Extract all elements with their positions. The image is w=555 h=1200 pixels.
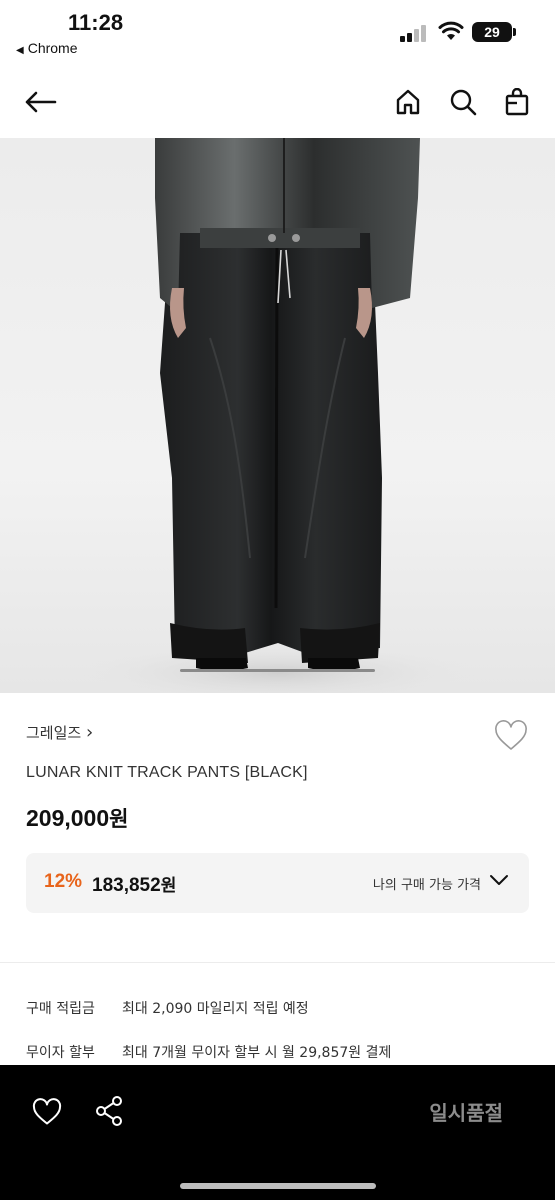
info-value: 최대 7개월 무이자 할부 시 월 29,857원 결제 (122, 1045, 392, 1061)
chevron-right-icon: › (85, 722, 94, 743)
chevron-down-icon (490, 875, 508, 885)
product-name: LUNAR KNIT TRACK PANTS [BLACK] (26, 764, 308, 781)
discount-price: 183,852원 (92, 871, 176, 897)
my-price-label: 나의 구매 가능 가격 (372, 878, 481, 893)
info-row-installment: 무이자 할부 최대 7개월 무이자 할부 시 월 29,857원 결제 (26, 1042, 391, 1062)
search-icon[interactable] (445, 84, 481, 120)
back-triangle-icon: ◀ (16, 45, 24, 56)
discount-price-value: 183,852 (92, 875, 161, 896)
status-bar: 11:28 ◀ Chrome 29 (0, 0, 555, 70)
wifi-icon (438, 21, 464, 40)
shopping-bag-icon[interactable] (499, 84, 535, 120)
battery-tip (513, 28, 516, 36)
info-label: 구매 적립금 (26, 1001, 95, 1017)
info-label: 무이자 할부 (26, 1045, 95, 1061)
cellular-signal-icon (400, 24, 428, 42)
product-photo-pants (78, 138, 478, 693)
product-image[interactable] (0, 138, 555, 693)
section-divider (0, 962, 555, 963)
back-to-chrome-link[interactable]: ◀ Chrome (16, 40, 78, 56)
product-price: 209,000원 (26, 803, 128, 833)
info-row-mileage: 구매 적립금 최대 2,090 마일리지 적립 예정 (26, 998, 309, 1018)
discount-rate: 12% (44, 871, 83, 892)
home-indicator (180, 1183, 376, 1189)
brand-name: 그레일즈 (26, 724, 82, 742)
like-heart-icon[interactable] (32, 1098, 62, 1126)
top-nav (0, 70, 555, 136)
share-icon[interactable] (94, 1095, 124, 1127)
info-value: 최대 2,090 마일리지 적립 예정 (122, 1001, 309, 1017)
back-app-label: Chrome (27, 40, 78, 56)
price-value: 209,000 (26, 805, 110, 831)
my-price-toggle[interactable]: 12% 183,852원 나의 구매 가능 가격 (26, 853, 529, 913)
battery-indicator: 29 (472, 22, 512, 42)
back-arrow-icon[interactable] (22, 84, 58, 120)
wishlist-heart-icon[interactable] (494, 720, 528, 752)
discount-price-currency: 원 (160, 876, 177, 896)
bottom-action-bar: 일시품절 (0, 1065, 555, 1200)
price-currency: 원 (109, 807, 129, 831)
brand-link[interactable]: 그레일즈 › (26, 722, 93, 743)
soldout-button[interactable]: 일시품절 (429, 1097, 503, 1126)
status-time: 11:28 (68, 10, 124, 35)
home-icon[interactable] (390, 84, 426, 120)
image-carousel-indicator (180, 669, 375, 672)
